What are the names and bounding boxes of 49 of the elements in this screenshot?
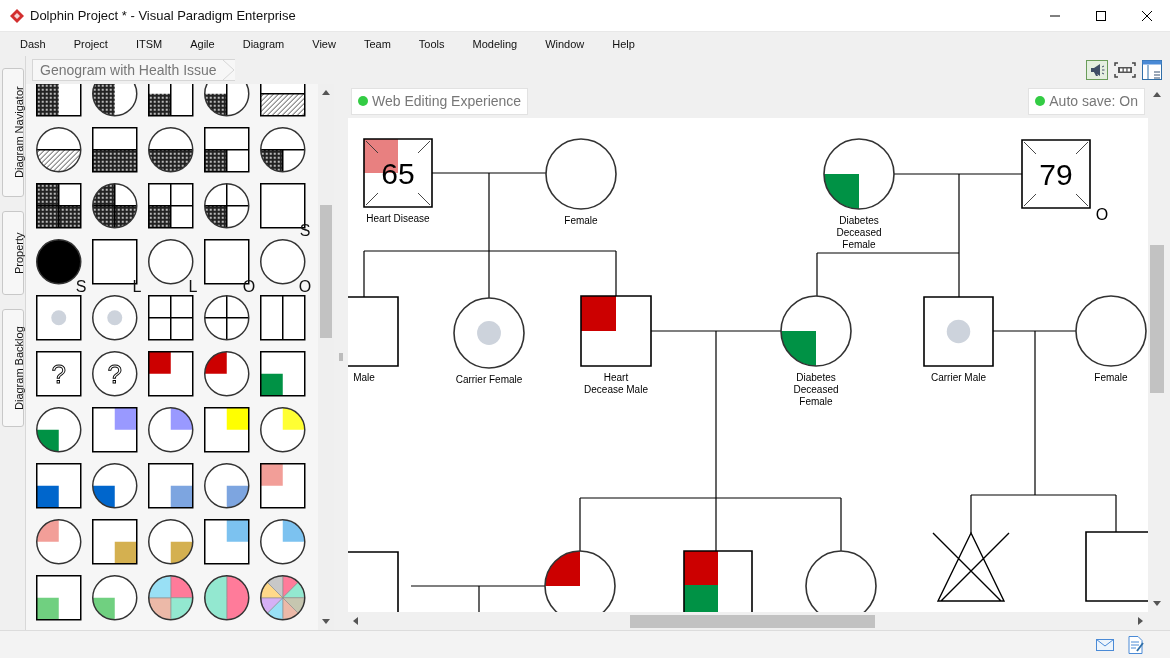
node-label: Diabetes Deceased Female	[793, 372, 839, 407]
chevron-icon	[222, 60, 235, 80]
splitter-grip-icon[interactable]	[339, 353, 343, 361]
scroll-down-arrow[interactable]	[322, 619, 330, 624]
scrollbar-thumb[interactable]	[320, 205, 332, 338]
node-label: Carrier Female	[455, 374, 523, 385]
scroll-left-arrow[interactable]	[353, 617, 358, 625]
scroll-down-arrow[interactable]	[1153, 601, 1161, 606]
scrollbar-thumb[interactable]	[1150, 245, 1164, 393]
menu-item[interactable]: Tools	[418, 35, 445, 53]
node-label: Heart Decease Male	[584, 372, 648, 395]
app-logo-icon	[10, 8, 24, 23]
scroll-up-arrow[interactable]	[1153, 92, 1161, 97]
node-label: Female	[564, 215, 598, 226]
node-suffix: O	[1095, 206, 1109, 223]
menu-item[interactable]: Modeling	[472, 35, 518, 53]
menu-item[interactable]: Project	[73, 35, 108, 53]
mail-icon[interactable]	[1096, 638, 1114, 651]
menu-item[interactable]: Agile	[190, 35, 215, 53]
side-tab[interactable]: Diagram Navigator	[1, 68, 24, 197]
node-label: Female	[1094, 372, 1128, 383]
menu-item[interactable]: Team	[363, 35, 391, 53]
scroll-right-arrow[interactable]	[1138, 617, 1143, 625]
window-title: Dolphin Project * - Visual Paradigm Enterprise	[30, 6, 296, 25]
menu-item[interactable]: ITSM	[135, 35, 163, 53]
menu-item[interactable]: View	[312, 35, 336, 53]
menu-item[interactable]: Diagram	[242, 35, 285, 53]
breadcrumb[interactable]: Genogram with Health Issue	[32, 59, 235, 81]
fit-frame-icon[interactable]	[1114, 62, 1136, 78]
age-text: 65	[381, 157, 415, 190]
side-tab[interactable]: Property	[1, 211, 24, 295]
badge-label: Auto save: On	[1049, 91, 1138, 111]
node-label: Heart Disease	[366, 213, 430, 224]
node-label: Diabetes Deceased Female	[836, 215, 882, 250]
menu-item[interactable]: Help	[612, 35, 635, 53]
maximize-icon	[1095, 9, 1107, 22]
panel-layout-icon[interactable]	[1142, 60, 1162, 80]
menu-item[interactable]: Dash	[20, 35, 46, 53]
age-text: 79	[1039, 158, 1073, 191]
scrollbar-thumb[interactable]	[630, 614, 875, 628]
close-icon	[1141, 9, 1153, 22]
megaphone-icon[interactable]	[1086, 60, 1108, 80]
side-tab[interactable]: Diagram Backlog	[1, 309, 24, 427]
node-label: Male	[353, 372, 375, 383]
note-icon[interactable]	[1128, 635, 1144, 654]
menu-item[interactable]: Window	[545, 35, 585, 53]
scroll-up-arrow[interactable]	[322, 90, 330, 95]
badge-label: Web Editing Experience	[372, 91, 522, 111]
node-label: Carrier Male	[931, 372, 986, 383]
